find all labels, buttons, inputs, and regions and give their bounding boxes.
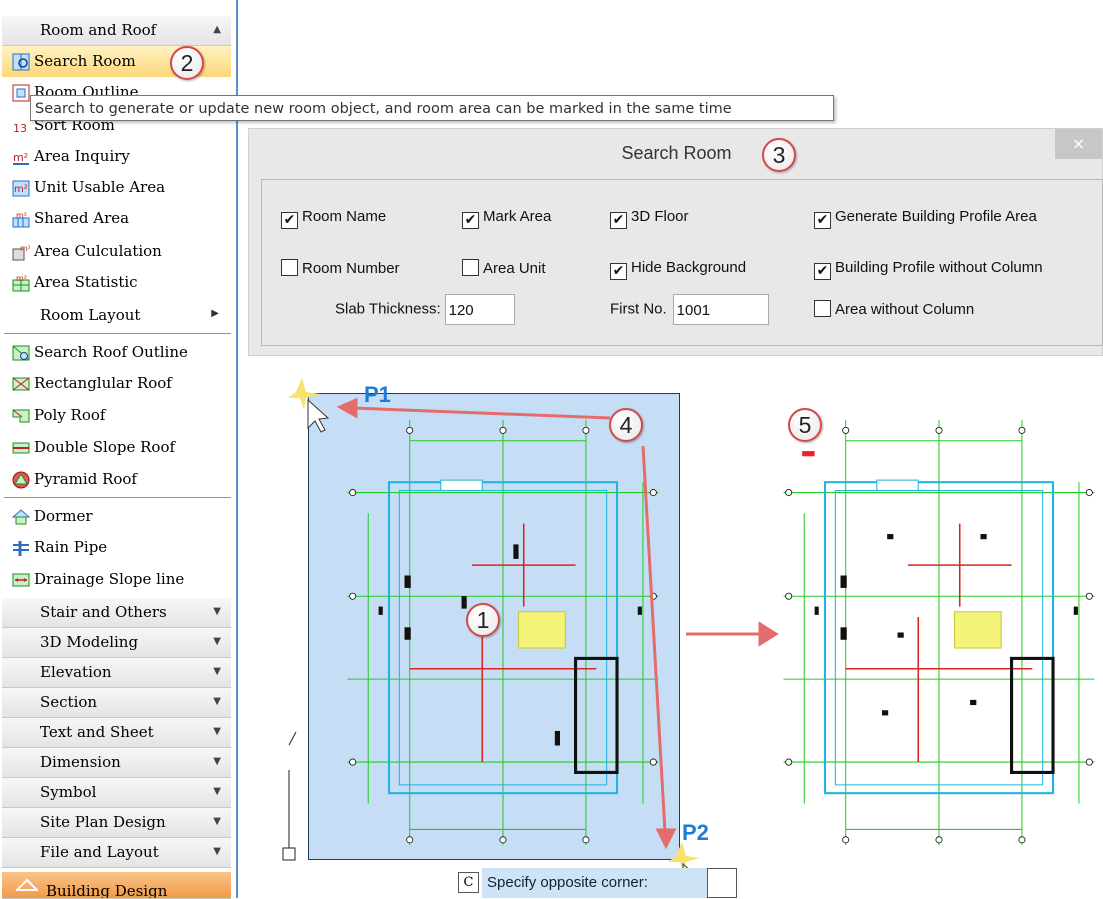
command-line[interactable]: C Specify opposite corner: — [456, 868, 737, 898]
cursor-p1-icon — [288, 378, 330, 433]
point-label-p1: P1 — [364, 382, 391, 407]
annotation-arrows — [282, 378, 779, 897]
command-icon: C — [458, 872, 479, 893]
ucs-axis-icon — [282, 731, 297, 861]
command-prompt: Specify opposite corner: — [482, 868, 707, 898]
step-marker-5: 5 — [788, 408, 822, 442]
step-marker-1: 1 — [466, 603, 500, 637]
command-input[interactable] — [707, 868, 737, 898]
step-marker-4: 4 — [609, 408, 643, 442]
point-label-p2: P2 — [682, 820, 709, 845]
